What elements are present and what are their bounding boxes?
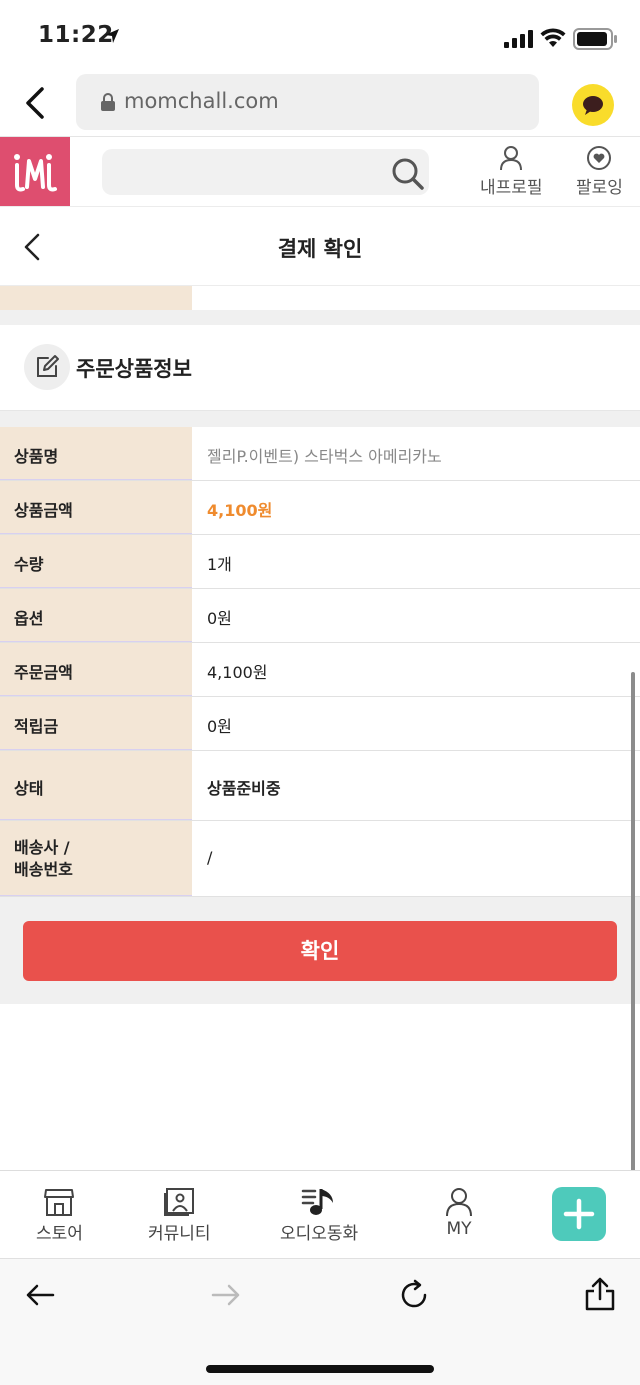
edit-pencil-icon bbox=[37, 355, 59, 377]
nav-item-my[interactable]: MY bbox=[445, 1187, 473, 1239]
row-label-cell: 상품금액 bbox=[0, 481, 192, 534]
kakao-talk-button[interactable] bbox=[572, 84, 614, 126]
search-icon[interactable] bbox=[390, 158, 426, 190]
status-value: 상품준비중 bbox=[207, 779, 281, 798]
product-price-value: 4,100원 bbox=[207, 501, 273, 520]
battery-icon bbox=[573, 28, 617, 50]
store-icon bbox=[44, 1189, 75, 1216]
bottom-nav: 스토어 커뮤니티 오디오동화 MY bbox=[0, 1170, 640, 1258]
row-label: 상태 bbox=[14, 779, 44, 798]
row-label-cell: 상태 bbox=[0, 751, 192, 820]
shipping-value: / bbox=[207, 848, 213, 867]
browser-back-icon[interactable] bbox=[22, 86, 50, 120]
table-row-quantity: 수량 1개 bbox=[0, 535, 640, 589]
my-profile-button[interactable]: 내프로필 bbox=[480, 145, 543, 198]
row-label-cell: 배송사 / 배송번호 bbox=[0, 821, 192, 896]
following-label: 팔로잉 bbox=[576, 178, 623, 198]
forward-arrow-icon[interactable] bbox=[210, 1279, 242, 1311]
add-button[interactable] bbox=[552, 1187, 606, 1241]
row-label-cell: 옵션 bbox=[0, 589, 192, 642]
nav-item-community[interactable]: 커뮤니티 bbox=[148, 1187, 211, 1244]
quantity-value: 1개 bbox=[207, 555, 232, 574]
order-amount-value: 4,100원 bbox=[207, 663, 268, 682]
lock-icon bbox=[101, 93, 115, 111]
table-row-shipping: 배송사 / 배송번호 / bbox=[0, 821, 640, 897]
points-value: 0원 bbox=[207, 717, 232, 736]
share-icon[interactable] bbox=[584, 1277, 616, 1311]
nav-item-store[interactable]: 스토어 bbox=[36, 1187, 83, 1244]
option-value: 0원 bbox=[207, 609, 232, 628]
table-row-option: 옵션 0원 bbox=[0, 589, 640, 643]
wifi-icon bbox=[540, 28, 566, 47]
section-divider bbox=[0, 310, 640, 325]
cellular-signal-icon bbox=[504, 30, 533, 48]
music-note-icon bbox=[301, 1189, 334, 1215]
section-title: 주문상품정보 bbox=[76, 357, 192, 381]
product-name-value: 젤리P.이벤트) 스타벅스 아메리카노 bbox=[207, 447, 442, 466]
row-label: 적립금 bbox=[14, 717, 59, 736]
heart-badge-icon bbox=[587, 146, 612, 170]
nav-label-audio-story: 오디오동화 bbox=[280, 1224, 359, 1244]
following-button[interactable]: 팔로잉 bbox=[576, 145, 623, 198]
nav-item-audio-story[interactable]: 오디오동화 bbox=[280, 1187, 358, 1244]
momchall-logo[interactable] bbox=[0, 137, 70, 206]
chat-bubble-icon bbox=[583, 96, 603, 115]
nav-label-my: MY bbox=[446, 1219, 472, 1239]
home-indicator[interactable] bbox=[206, 1365, 434, 1373]
row-label-cell: 주문금액 bbox=[0, 643, 192, 696]
status-bar: 11:22 bbox=[0, 0, 640, 72]
nav-label-store: 스토어 bbox=[36, 1224, 83, 1244]
table-row-points: 적립금 0원 bbox=[0, 697, 640, 751]
row-label-cell: 적립금 bbox=[0, 697, 192, 750]
row-label: 옵션 bbox=[14, 609, 44, 628]
plus-icon bbox=[563, 1198, 595, 1230]
table-row-status: 상태 상품준비중 bbox=[0, 751, 640, 821]
confirm-button[interactable]: 확인 bbox=[23, 921, 617, 981]
scrolled-off-label-cell bbox=[0, 286, 192, 310]
photo-frame-icon bbox=[164, 1188, 195, 1216]
page-title-bar: 결제 확인 bbox=[0, 206, 640, 286]
table-row-product-name: 상품명 젤리P.이벤트) 스타벅스 아메리카노 bbox=[0, 427, 640, 481]
scrolled-off-row bbox=[0, 286, 640, 310]
order-info-table: 상품명 젤리P.이벤트) 스타벅스 아메리카노 상품금액 4,100원 수량 1… bbox=[0, 427, 640, 897]
row-label: 상품금액 bbox=[14, 501, 73, 520]
logo-mark-icon bbox=[14, 154, 57, 192]
row-label: 주문금액 bbox=[14, 663, 73, 682]
my-profile-label: 내프로필 bbox=[480, 178, 543, 198]
search-input[interactable] bbox=[102, 149, 429, 195]
row-label: 배송사 / 배송번호 bbox=[14, 838, 73, 879]
row-label: 상품명 bbox=[14, 447, 59, 466]
row-label-cell: 상품명 bbox=[0, 427, 192, 480]
row-label: 수량 bbox=[14, 555, 44, 574]
section-divider bbox=[0, 411, 640, 427]
back-arrow-icon[interactable] bbox=[24, 1279, 56, 1311]
row-label-cell: 수량 bbox=[0, 535, 192, 588]
location-arrow-icon bbox=[105, 29, 119, 43]
order-items-section-header: 주문상품정보 bbox=[0, 325, 640, 411]
nav-label-community: 커뮤니티 bbox=[148, 1224, 211, 1244]
table-row-order-amount: 주문금액 4,100원 bbox=[0, 643, 640, 697]
page-title: 결제 확인 bbox=[277, 237, 363, 261]
confirm-button-area: 확인 bbox=[0, 897, 640, 1004]
edit-icon-badge bbox=[24, 344, 70, 390]
person-icon bbox=[446, 1188, 472, 1217]
url-field[interactable]: momchall.com bbox=[76, 74, 539, 130]
table-row-product-price: 상품금액 4,100원 bbox=[0, 481, 640, 535]
url-text: momchall.com bbox=[124, 89, 279, 113]
reload-icon[interactable] bbox=[398, 1279, 430, 1311]
app-header: 내프로필 팔로잉 bbox=[0, 136, 640, 206]
scrollbar[interactable] bbox=[631, 672, 635, 1252]
person-icon bbox=[500, 146, 523, 171]
browser-url-bar: momchall.com bbox=[0, 72, 640, 136]
browser-toolbar bbox=[0, 1258, 640, 1385]
